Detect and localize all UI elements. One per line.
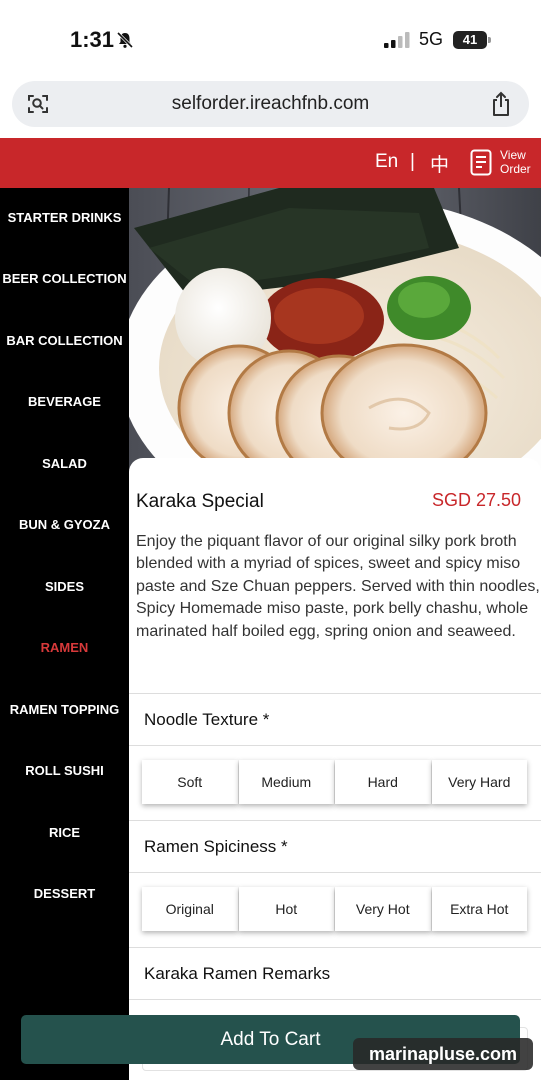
divider: [129, 999, 541, 1000]
app-header: En | 中 View Order: [0, 138, 541, 188]
network-type: 5G: [419, 29, 444, 49]
category-sidebar: STARTER DRINKS BEER COLLECTION BAR COLLE…: [0, 188, 129, 1080]
option-hot[interactable]: Hot: [238, 887, 334, 931]
divider: [129, 693, 541, 694]
option-medium[interactable]: Medium: [238, 760, 334, 804]
ramen-spiciness-options: Original Hot Very Hot Extra Hot: [142, 887, 528, 931]
divider: [129, 745, 541, 746]
sidebar-item-beverage[interactable]: BEVERAGE: [0, 382, 129, 422]
share-icon[interactable]: [489, 91, 513, 117]
signal-icon: [384, 32, 410, 48]
sidebar-item-rice[interactable]: RICE: [0, 813, 129, 853]
option-very-hot[interactable]: Very Hot: [335, 887, 431, 931]
item-name: Karaka Special: [136, 491, 264, 512]
sidebar-item-bar-collection[interactable]: BAR COLLECTION: [0, 321, 129, 361]
bell-off-icon: [116, 31, 134, 49]
item-description: Enjoy the piquant flavor of our original…: [136, 533, 540, 640]
sidebar-item-starter-drinks[interactable]: STARTER DRINKS: [0, 198, 129, 238]
noodle-texture-options: Soft Medium Hard Very Hard: [142, 760, 528, 804]
option-very-hard[interactable]: Very Hard: [431, 760, 527, 804]
language-separator: |: [410, 151, 415, 172]
divider: [129, 947, 541, 948]
option-soft[interactable]: Soft: [142, 760, 238, 804]
item-price: SGD 27.50: [431, 490, 521, 510]
language-chinese[interactable]: 中: [430, 150, 449, 177]
camera-search-icon[interactable]: [26, 92, 50, 116]
sidebar-item-roll-sushi[interactable]: ROLL SUSHI: [0, 751, 129, 791]
noodle-texture-title: Noodle Texture *: [144, 710, 270, 729]
sidebar-item-sides[interactable]: SIDES: [0, 567, 129, 607]
option-extra-hot[interactable]: Extra Hot: [431, 887, 527, 931]
language-english[interactable]: En: [375, 151, 398, 173]
ramen-spiciness-title: Ramen Spiciness *: [144, 837, 288, 856]
browser-address-bar[interactable]: selforder.ireachfnb.com: [12, 81, 529, 127]
divider: [129, 872, 541, 873]
battery-icon: 41: [453, 31, 491, 49]
sidebar-item-beer-collection[interactable]: BEER COLLECTION: [0, 259, 129, 299]
item-detail-panel: Karaka Special SGD 27.50 Enjoy the piqua…: [129, 188, 541, 1080]
remarks-title: Karaka Ramen Remarks: [144, 964, 331, 983]
battery-level: 41: [462, 32, 478, 47]
view-order-link[interactable]: View Order: [500, 148, 534, 176]
sidebar-item-ramen[interactable]: RAMEN: [0, 628, 129, 668]
status-time: 1:31: [70, 27, 115, 52]
order-list-icon[interactable]: [470, 149, 492, 176]
sidebar-item-ramen-topping[interactable]: RAMEN TOPPING: [0, 690, 129, 730]
sidebar-item-bun-gyoza[interactable]: BUN & GYOZA: [0, 505, 129, 545]
status-bar: 1:31 5G 41: [0, 0, 541, 78]
option-original[interactable]: Original: [142, 887, 238, 931]
sidebar-item-dessert[interactable]: DESSERT: [0, 874, 129, 914]
watermark: marinapluse.com: [353, 1038, 533, 1070]
sidebar-item-salad[interactable]: SALAD: [0, 444, 129, 484]
divider: [129, 820, 541, 821]
option-hard[interactable]: Hard: [335, 760, 431, 804]
url-text[interactable]: selforder.ireachfnb.com: [72, 81, 469, 127]
ramen-photo: [129, 188, 541, 472]
